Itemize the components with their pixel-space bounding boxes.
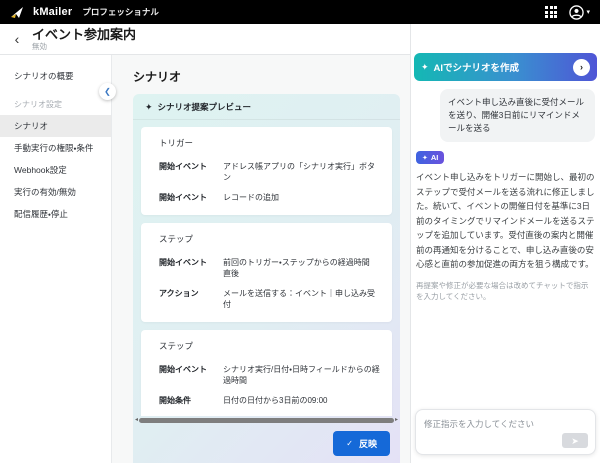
preview-panel-title: シナリオ提案プレビュー [158, 101, 252, 113]
apps-grid-icon[interactable] [545, 6, 557, 18]
row-label: 開始条件 [159, 395, 223, 406]
apply-button-label: 反映 [359, 437, 377, 450]
row-value: シナリオ実行/日付・日時フィールドからの経過時間 [223, 364, 380, 386]
ai-panel-header[interactable]: ✦ AIでシナリオを作成 › [414, 53, 597, 81]
sidebar-section-settings: シナリオ設定 [0, 87, 111, 115]
scenario-title: イベント参加案内 [32, 28, 136, 42]
ai-badge-label: AI [431, 153, 439, 162]
sidebar-collapse-button[interactable]: ❮ [99, 83, 116, 100]
scrollbar-thumb[interactable] [139, 418, 394, 423]
chat-history: イベント申し込み直後に受付メールを送り、開催3日前にリマインドメールを送る ✦ … [414, 81, 597, 403]
sparkle-icon: ✦ [421, 62, 429, 73]
row-label: 開始イベント [159, 161, 223, 183]
sidebar-item-webhook[interactable]: Webhook設定 [0, 159, 111, 181]
step-card: ステップ 開始イベント 前回のトリガー・ステップからの経過時間 直後 アクション… [141, 223, 392, 322]
ai-badge: ✦ AI [416, 151, 444, 164]
sidebar-item-delivery[interactable]: 配信履歴・停止 [0, 203, 111, 225]
account-menu[interactable]: ▾ [569, 5, 590, 20]
sidebar-item-overview[interactable]: シナリオの概要 [0, 65, 111, 87]
card-row: 開始イベント レコードの追加 [159, 192, 380, 203]
sparkle-icon: ✦ [145, 102, 153, 113]
sidebar: シナリオの概要 シナリオ設定 シナリオ 手動実行の権限・条件 Webhook設定… [0, 55, 112, 463]
sidebar-item-scenario[interactable]: シナリオ [0, 115, 111, 137]
back-button[interactable]: ‹ [8, 30, 26, 48]
apply-button[interactable]: ✓ 反映 [333, 431, 390, 456]
row-value: メールを送信する：イベント｜申し込み受付 [223, 288, 380, 310]
status-badge: 無効 [32, 42, 136, 51]
card-title: ステップ [159, 233, 380, 245]
ai-response-text: イベント申し込みをトリガーに開始し、最初のステップで受付メールを送る流れに修正し… [416, 170, 595, 272]
page-header: ‹ イベント参加案内 無効 [0, 24, 410, 55]
card-title: トリガー [159, 137, 380, 149]
kmailer-logo-icon [10, 6, 25, 19]
ai-assistant-panel: ✦ AIでシナリオを作成 › イベント申し込み直後に受付メールを送り、開催3日前… [410, 24, 600, 463]
row-label: 開始イベント [159, 257, 223, 279]
row-label: 開始イベント [159, 192, 223, 203]
top-app-bar: kMailer プロフェッショナル ▾ [0, 0, 600, 24]
brand-name: kMailer [33, 6, 72, 18]
card-row: 開始イベント 前回のトリガー・ステップからの経過時間 直後 [159, 257, 380, 279]
row-label: アクション [159, 288, 223, 310]
user-message-bubble: イベント申し込み直後に受付メールを送り、開催3日前にリマインドメールを送る [440, 89, 595, 142]
sidebar-item-manual-exec[interactable]: 手動実行の権限・条件 [0, 137, 111, 159]
card-row: アクション メールを送信する：イベント｜申し込み受付 [159, 288, 380, 310]
step-card: ステップ 開始イベント シナリオ実行/日付・日時フィールドからの経過時間 開始条… [141, 330, 392, 416]
card-row: 開始イベント シナリオ実行/日付・日時フィールドからの経過時間 [159, 364, 380, 386]
collapse-panel-button[interactable]: › [573, 59, 590, 76]
scenario-preview-panel: ✦ シナリオ提案プレビュー トリガー 開始イベント アドレス帳アプリの「シナリオ… [133, 94, 400, 463]
preview-footer: ✓ 反映 [133, 425, 400, 463]
ai-followup-note: 再提案や修正が必要な場合は改めてチャットで指示を入力してください。 [416, 280, 595, 302]
card-title: ステップ [159, 340, 380, 352]
preview-cards: トリガー 開始イベント アドレス帳アプリの「シナリオ実行」ボタン 開始イベント … [133, 120, 400, 416]
horizontal-scrollbar[interactable]: ◂ ▸ [133, 416, 400, 425]
row-value: 日付の日付から3日前の09:00 [223, 395, 327, 406]
row-value: 前回のトリガー・ステップからの経過時間 直後 [223, 257, 370, 279]
caret-down-icon: ▾ [586, 8, 590, 16]
chat-input-card: ➤ [415, 409, 596, 455]
card-row: 開始イベント アドレス帳アプリの「シナリオ実行」ボタン [159, 161, 380, 183]
sidebar-item-exec-toggle[interactable]: 実行の有効/無効 [0, 181, 111, 203]
send-button[interactable]: ➤ [562, 433, 588, 448]
row-value: レコードの追加 [223, 192, 279, 203]
row-label: 開始イベント [159, 364, 223, 386]
account-icon [569, 5, 584, 20]
ai-panel-title: AIでシナリオを作成 [434, 60, 520, 74]
preview-panel-header: ✦ シナリオ提案プレビュー [133, 94, 400, 120]
scroll-left-icon[interactable]: ◂ [135, 416, 138, 425]
plan-label: プロフェッショナル [82, 6, 159, 18]
sparkle-icon: ✦ [422, 154, 428, 162]
scroll-right-icon[interactable]: ▸ [395, 416, 398, 425]
main-content: シナリオ ✦ シナリオ提案プレビュー トリガー 開始イベント アドレス帳アプリの… [112, 55, 410, 463]
check-icon: ✓ [346, 439, 353, 448]
send-icon: ➤ [571, 436, 579, 446]
card-row: 開始条件 日付の日付から3日前の09:00 [159, 395, 380, 406]
page-title: シナリオ [112, 55, 410, 94]
row-value: アドレス帳アプリの「シナリオ実行」ボタン [223, 161, 380, 183]
trigger-card: トリガー 開始イベント アドレス帳アプリの「シナリオ実行」ボタン 開始イベント … [141, 127, 392, 215]
